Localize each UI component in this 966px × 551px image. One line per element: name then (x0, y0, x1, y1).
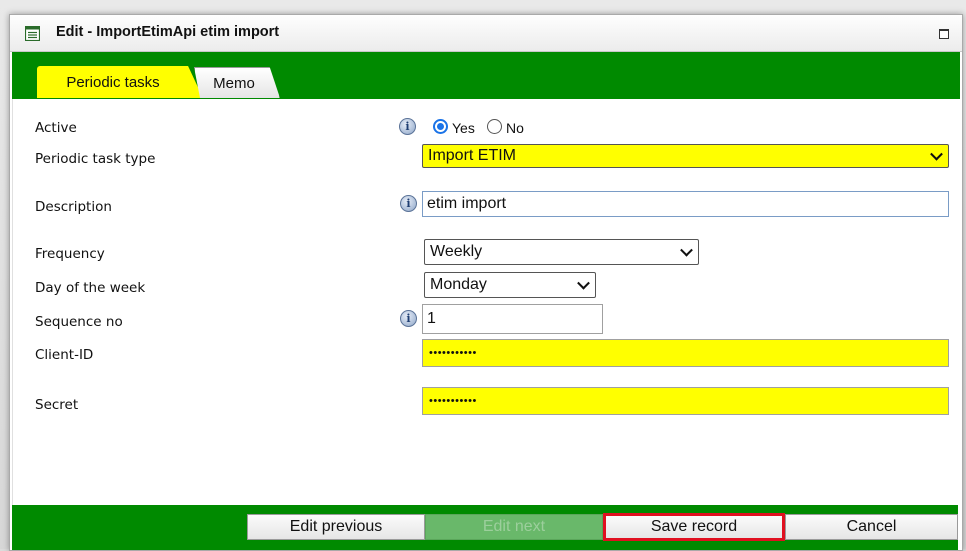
footer-bar: Edit previous Edit next Save record Canc… (12, 505, 958, 550)
frequency-select[interactable]: Weekly (424, 239, 699, 265)
client-id-input[interactable]: ••••••••••• (422, 339, 949, 367)
client-id-label: Client-ID (35, 347, 94, 363)
sequence-no-label: Sequence no (35, 314, 123, 330)
description-value: etim import (427, 195, 507, 212)
save-record-button[interactable]: Save record (603, 513, 785, 541)
tab-memo[interactable]: Memo (194, 67, 280, 98)
chevron-down-icon (577, 276, 590, 290)
task-type-select[interactable]: Import ETIM (422, 144, 949, 168)
info-icon[interactable]: i (400, 310, 417, 327)
edit-previous-button[interactable]: Edit previous (247, 514, 425, 540)
client-id-value: ••••••••••• (429, 347, 477, 359)
tab-strip: Periodic tasks Memo (12, 52, 960, 99)
active-label: Active (35, 120, 77, 136)
chevron-down-icon (930, 147, 943, 161)
maximize-icon[interactable] (939, 29, 949, 39)
secret-label: Secret (35, 397, 79, 413)
task-type-label: Periodic task type (35, 151, 156, 167)
secret-value: ••••••••••• (429, 395, 477, 407)
cancel-button[interactable]: Cancel (785, 514, 958, 540)
day-of-week-label: Day of the week (35, 280, 146, 296)
frequency-label: Frequency (35, 246, 105, 262)
sequence-no-value: 1 (427, 310, 436, 327)
day-of-week-select[interactable]: Monday (424, 272, 596, 298)
info-icon[interactable]: i (400, 195, 417, 212)
active-yes-radio[interactable] (433, 119, 448, 134)
info-icon[interactable]: i (399, 118, 416, 135)
tab-periodic-tasks[interactable]: Periodic tasks (37, 66, 203, 98)
edit-dialog: Edit - ImportEtimApi etim import Periodi… (9, 14, 963, 551)
sequence-no-input[interactable]: 1 (422, 304, 603, 334)
chevron-down-icon (680, 243, 693, 257)
frequency-value: Weekly (430, 243, 483, 260)
day-of-week-value: Monday (430, 276, 487, 293)
title-bar[interactable]: Edit - ImportEtimApi etim import (10, 15, 962, 52)
form-panel: Active i Yes No Periodic task type Impor… (12, 99, 959, 505)
form-icon (25, 26, 40, 41)
active-no-radio[interactable] (487, 119, 502, 134)
edit-next-button[interactable]: Edit next (425, 514, 603, 540)
secret-input[interactable]: ••••••••••• (422, 387, 949, 415)
active-no-label: No (506, 120, 524, 136)
task-type-value: Import ETIM (428, 147, 517, 164)
window-title: Edit - ImportEtimApi etim import (56, 24, 280, 40)
description-label: Description (35, 199, 112, 215)
active-yes-label: Yes (452, 120, 475, 136)
description-input[interactable]: etim import (422, 191, 949, 217)
